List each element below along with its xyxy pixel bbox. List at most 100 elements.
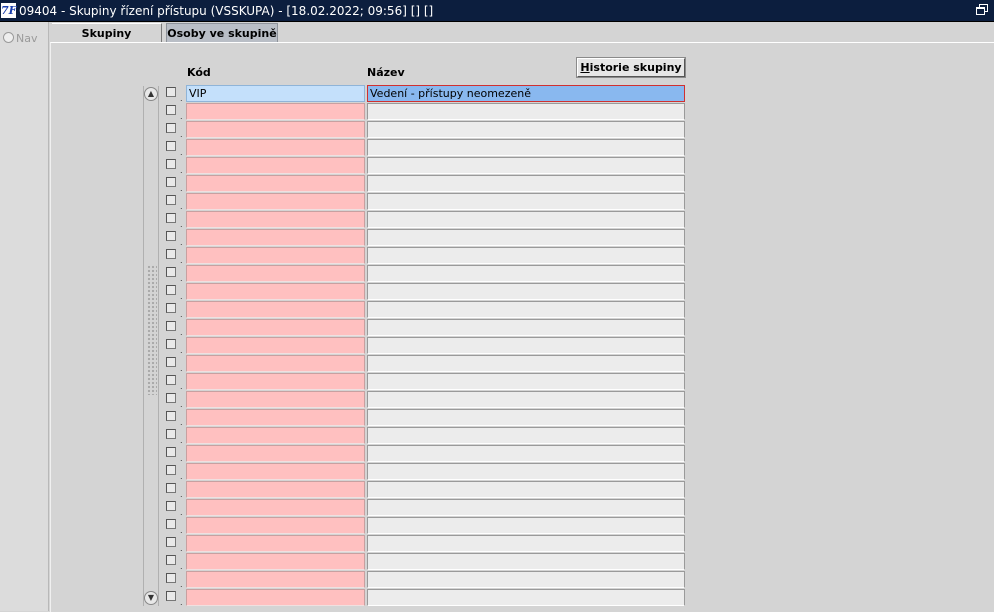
table-row[interactable]: .: [0, 499, 700, 517]
restore-window-icon[interactable]: [976, 4, 988, 16]
name-field[interactable]: [367, 103, 685, 120]
name-field[interactable]: [367, 373, 685, 390]
code-field[interactable]: [186, 211, 365, 228]
table-row[interactable]: .: [0, 373, 700, 391]
code-field[interactable]: [186, 373, 365, 390]
code-field[interactable]: [186, 409, 365, 426]
code-field[interactable]: [186, 139, 365, 156]
name-field[interactable]: [367, 427, 685, 444]
code-field[interactable]: [186, 463, 365, 480]
code-field[interactable]: [186, 499, 365, 516]
table-row[interactable]: .: [0, 517, 700, 535]
name-field[interactable]: [367, 391, 685, 408]
row-select-checkbox[interactable]: [166, 537, 176, 547]
row-select-checkbox[interactable]: [166, 285, 176, 295]
name-field[interactable]: [367, 283, 685, 300]
code-field[interactable]: [186, 445, 365, 462]
code-field[interactable]: [186, 283, 365, 300]
nav-toggle[interactable]: Nav: [3, 32, 37, 45]
table-row[interactable]: .: [0, 193, 700, 211]
name-field[interactable]: [367, 157, 685, 174]
name-field[interactable]: [367, 337, 685, 354]
row-select-checkbox[interactable]: [166, 339, 176, 349]
code-field[interactable]: [186, 301, 365, 318]
row-select-checkbox[interactable]: [166, 483, 176, 493]
table-row[interactable]: .: [0, 229, 700, 247]
name-field[interactable]: [367, 175, 685, 192]
table-row[interactable]: .: [0, 427, 700, 445]
row-select-checkbox[interactable]: [166, 375, 176, 385]
code-field[interactable]: [186, 265, 365, 282]
name-field[interactable]: [367, 535, 685, 552]
row-select-checkbox[interactable]: [166, 573, 176, 583]
code-field[interactable]: [186, 355, 365, 372]
row-select-checkbox[interactable]: [166, 303, 176, 313]
table-row[interactable]: .: [0, 211, 700, 229]
code-field[interactable]: [186, 481, 365, 498]
name-field[interactable]: Vedení - přístupy neomezeně: [367, 85, 685, 102]
table-row[interactable]: .: [0, 247, 700, 265]
table-row[interactable]: .: [0, 139, 700, 157]
row-select-checkbox[interactable]: [166, 213, 176, 223]
code-field[interactable]: [186, 427, 365, 444]
code-field[interactable]: [186, 535, 365, 552]
name-field[interactable]: [367, 319, 685, 336]
name-field[interactable]: [367, 121, 685, 138]
code-field[interactable]: [186, 571, 365, 588]
table-row[interactable]: .: [0, 391, 700, 409]
table-row[interactable]: .: [0, 409, 700, 427]
row-select-checkbox[interactable]: [166, 555, 176, 565]
table-row[interactable]: .: [0, 283, 700, 301]
table-row[interactable]: .: [0, 175, 700, 193]
table-row[interactable]: .: [0, 535, 700, 553]
table-row[interactable]: .: [0, 445, 700, 463]
code-field[interactable]: VIP: [186, 85, 365, 102]
name-field[interactable]: [367, 409, 685, 426]
name-field[interactable]: [367, 193, 685, 210]
row-select-checkbox[interactable]: [166, 411, 176, 421]
code-field[interactable]: [186, 337, 365, 354]
table-row[interactable]: . VIP Vedení - přístupy neomezeně: [0, 85, 700, 103]
table-row[interactable]: .: [0, 103, 700, 121]
table-row[interactable]: .: [0, 463, 700, 481]
table-row[interactable]: .: [0, 355, 700, 373]
row-select-checkbox[interactable]: [166, 123, 176, 133]
name-field[interactable]: [367, 571, 685, 588]
row-select-checkbox[interactable]: [166, 429, 176, 439]
row-select-checkbox[interactable]: [166, 231, 176, 241]
table-row[interactable]: .: [0, 481, 700, 499]
name-field[interactable]: [367, 481, 685, 498]
row-select-checkbox[interactable]: [166, 249, 176, 259]
table-row[interactable]: .: [0, 265, 700, 283]
row-select-checkbox[interactable]: [166, 321, 176, 331]
row-select-checkbox[interactable]: [166, 501, 176, 511]
row-select-checkbox[interactable]: [166, 87, 176, 97]
row-select-checkbox[interactable]: [166, 267, 176, 277]
name-field[interactable]: [367, 301, 685, 318]
table-row[interactable]: .: [0, 319, 700, 337]
code-field[interactable]: [186, 589, 365, 606]
row-select-checkbox[interactable]: [166, 447, 176, 457]
name-field[interactable]: [367, 463, 685, 480]
code-field[interactable]: [186, 103, 365, 120]
row-select-checkbox[interactable]: [166, 177, 176, 187]
name-field[interactable]: [367, 265, 685, 282]
row-select-checkbox[interactable]: [166, 591, 176, 601]
name-field[interactable]: [367, 445, 685, 462]
row-select-checkbox[interactable]: [166, 195, 176, 205]
name-field[interactable]: [367, 517, 685, 534]
code-field[interactable]: [186, 175, 365, 192]
table-row[interactable]: .: [0, 589, 700, 607]
code-field[interactable]: [186, 319, 365, 336]
name-field[interactable]: [367, 247, 685, 264]
table-row[interactable]: .: [0, 121, 700, 139]
row-select-checkbox[interactable]: [166, 159, 176, 169]
row-select-checkbox[interactable]: [166, 357, 176, 367]
code-field[interactable]: [186, 247, 365, 264]
code-field[interactable]: [186, 157, 365, 174]
table-row[interactable]: .: [0, 337, 700, 355]
name-field[interactable]: [367, 589, 685, 606]
table-row[interactable]: .: [0, 571, 700, 589]
row-select-checkbox[interactable]: [166, 519, 176, 529]
code-field[interactable]: [186, 121, 365, 138]
